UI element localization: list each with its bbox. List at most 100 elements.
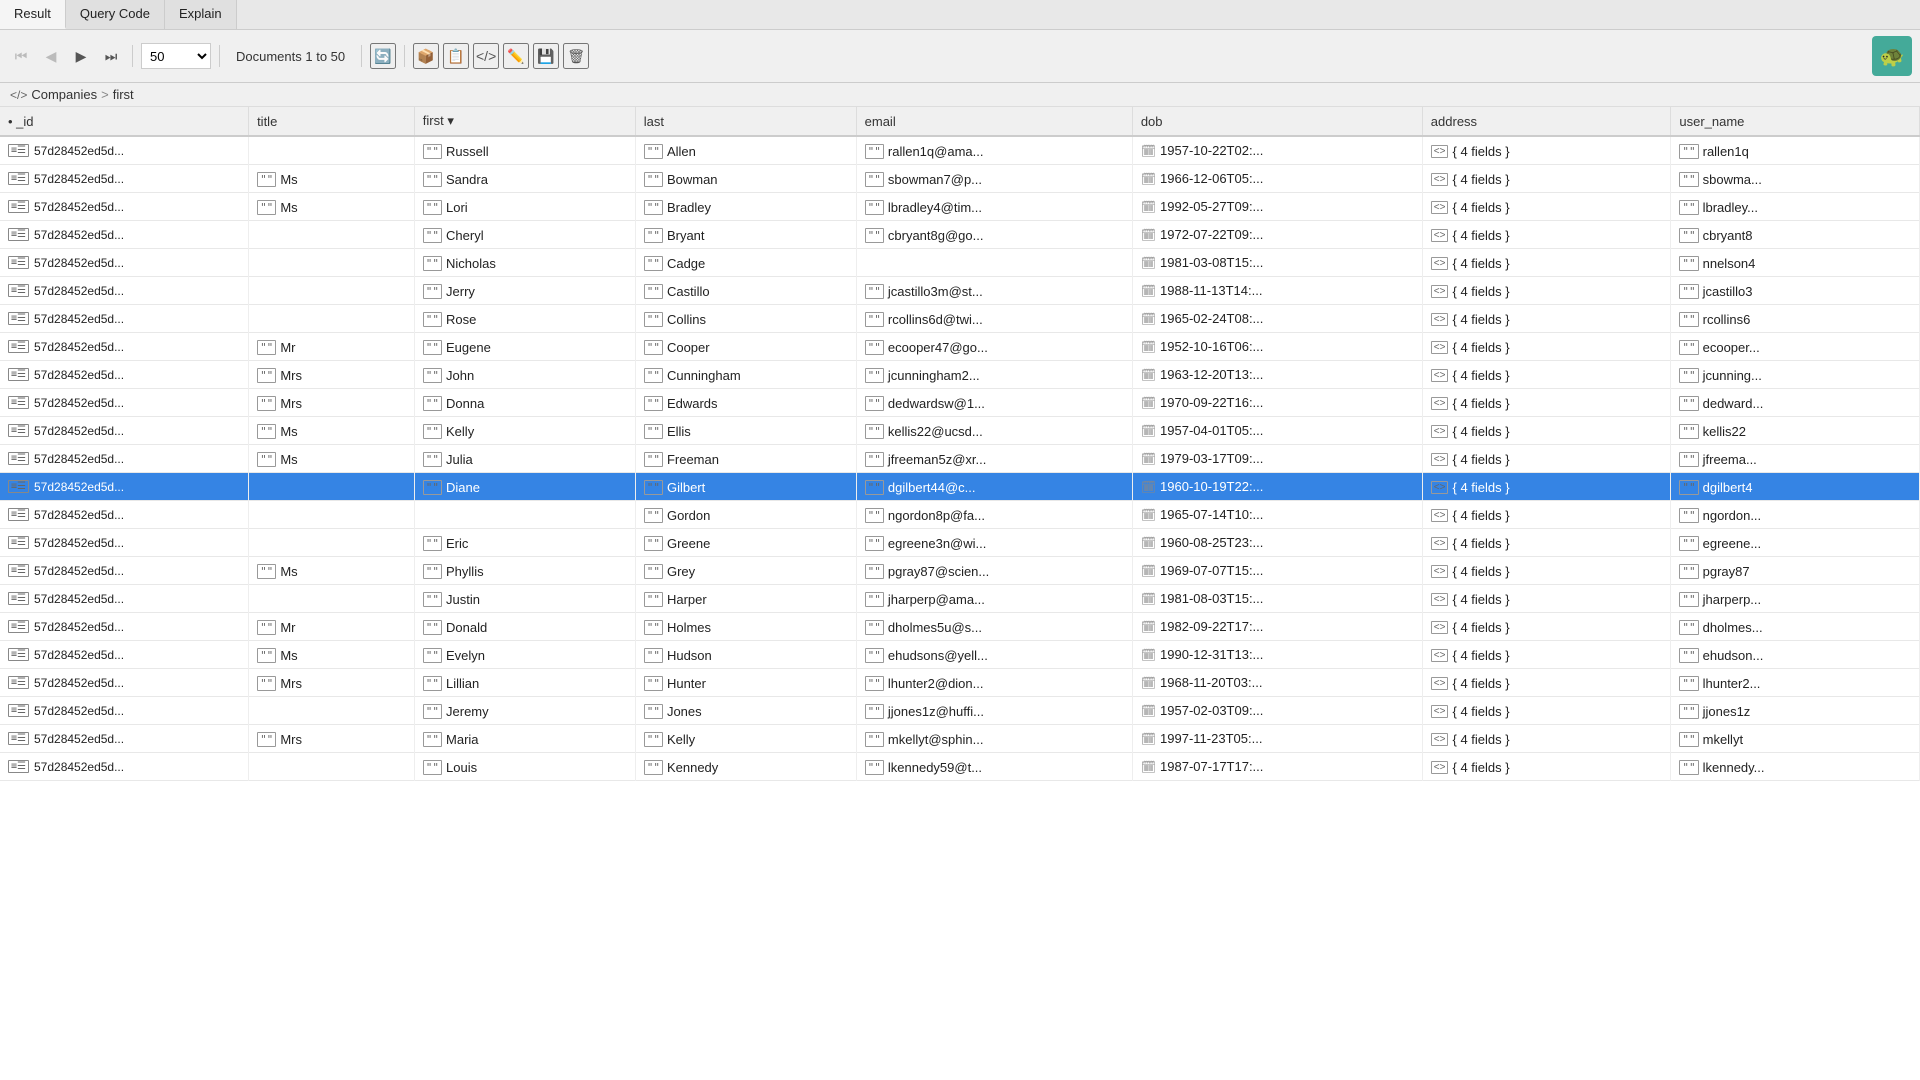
title-cell <box>249 305 415 333</box>
table-row[interactable]: ≡☰57d28452ed5d..."" Mr"" Eugene"" Cooper… <box>0 333 1920 361</box>
table-row[interactable]: ≡☰57d28452ed5d..."" Mr"" Donald"" Holmes… <box>0 613 1920 641</box>
last-cell: "" Kennedy <box>635 753 856 781</box>
title-cell <box>249 697 415 725</box>
refresh-button[interactable]: 🔄 <box>370 43 396 69</box>
table-row[interactable]: ≡☰57d28452ed5d..."" Jerry"" Castillo"" j… <box>0 277 1920 305</box>
first-cell <box>414 501 635 529</box>
table-row[interactable]: ≡☰57d28452ed5d..."" Eric"" Greene"" egre… <box>0 529 1920 557</box>
next-page-button[interactable]: ⏭ <box>98 43 124 69</box>
col-header-dob[interactable]: dob <box>1132 107 1422 136</box>
first-cell: "" Phyllis <box>414 557 635 585</box>
tab-result[interactable]: Result <box>0 0 66 29</box>
address-cell: <> { 4 fields } <box>1422 193 1671 221</box>
table-row[interactable]: ≡☰57d28452ed5d..."" Ms"" Phyllis"" Grey"… <box>0 557 1920 585</box>
address-cell: <> { 4 fields } <box>1422 585 1671 613</box>
first-cell: "" Maria <box>414 725 635 753</box>
col-header-address[interactable]: address <box>1422 107 1671 136</box>
last-cell: "" Collins <box>635 305 856 333</box>
email-cell: "" jfreeman5z@xr... <box>856 445 1132 473</box>
title-cell <box>249 277 415 305</box>
export-button[interactable]: 📦 <box>413 43 439 69</box>
title-cell: "" Mrs <box>249 725 415 753</box>
last-cell: "" Hunter <box>635 669 856 697</box>
table-row[interactable]: ≡☰57d28452ed5d..."" Louis"" Kennedy"" lk… <box>0 753 1920 781</box>
id-cell: ≡☰57d28452ed5d... <box>0 417 249 445</box>
table-row[interactable]: ≡☰57d28452ed5d..."" Gordon"" ngordon8p@f… <box>0 501 1920 529</box>
first-cell: "" Nicholas <box>414 249 635 277</box>
last-cell: "" Kelly <box>635 725 856 753</box>
col-header-email[interactable]: email <box>856 107 1132 136</box>
address-cell: <> { 4 fields } <box>1422 249 1671 277</box>
breadcrumb: </> Companies > first <box>0 83 1920 107</box>
first-cell: "" Lori <box>414 193 635 221</box>
save-button[interactable]: 💾 <box>533 43 559 69</box>
table-row[interactable]: ≡☰57d28452ed5d..."" Rose"" Collins"" rco… <box>0 305 1920 333</box>
col-header-last[interactable]: last <box>635 107 856 136</box>
tab-query-code[interactable]: Query Code <box>66 0 165 29</box>
address-cell: <> { 4 fields } <box>1422 221 1671 249</box>
table-row[interactable]: ≡☰57d28452ed5d..."" Mrs"" Maria"" Kelly"… <box>0 725 1920 753</box>
last-cell: "" Bryant <box>635 221 856 249</box>
table-row[interactable]: ≡☰57d28452ed5d..."" Ms"" Julia"" Freeman… <box>0 445 1920 473</box>
table-row[interactable]: ≡☰57d28452ed5d..."" Russell"" Allen"" ra… <box>0 136 1920 165</box>
last-cell: "" Jones <box>635 697 856 725</box>
id-cell: ≡☰57d28452ed5d... <box>0 277 249 305</box>
table-row[interactable]: ≡☰57d28452ed5d..."" Ms"" Sandra"" Bowman… <box>0 165 1920 193</box>
col-header-username[interactable]: user_name <box>1671 107 1920 136</box>
table-area[interactable]: • _id title first ▾ last email dob addre… <box>0 107 1920 1080</box>
col-header-title[interactable]: title <box>249 107 415 136</box>
page-size-select[interactable]: 50 10 25 100 250 <box>141 43 211 69</box>
table-row[interactable]: ≡☰57d28452ed5d..."" Mrs"" John"" Cunning… <box>0 361 1920 389</box>
dob-cell: 🗓 1979-03-17T09:... <box>1132 445 1422 473</box>
first-page-button[interactable]: ⏮ <box>8 43 34 69</box>
divider-2 <box>219 45 220 67</box>
dob-cell: 🗓 1965-07-14T10:... <box>1132 501 1422 529</box>
address-cell: <> { 4 fields } <box>1422 389 1671 417</box>
address-cell: <> { 4 fields } <box>1422 277 1671 305</box>
col-header-id[interactable]: • _id <box>0 107 249 136</box>
email-cell: "" dedwardsw@1... <box>856 389 1132 417</box>
last-cell: "" Edwards <box>635 389 856 417</box>
copy-button[interactable]: 📋 <box>443 43 469 69</box>
delete-button[interactable]: 🗑 <box>563 43 589 69</box>
title-cell: "" Mrs <box>249 389 415 417</box>
code-button[interactable]: </> <box>473 43 499 69</box>
table-row[interactable]: ≡☰57d28452ed5d..."" Justin"" Harper"" jh… <box>0 585 1920 613</box>
table-row[interactable]: ≡☰57d28452ed5d..."" Cheryl"" Bryant"" cb… <box>0 221 1920 249</box>
play-button[interactable]: ▶ <box>68 43 94 69</box>
table-row[interactable]: ≡☰57d28452ed5d..."" Mrs"" Lillian"" Hunt… <box>0 669 1920 697</box>
email-cell: "" jcastillo3m@st... <box>856 277 1132 305</box>
id-cell: ≡☰57d28452ed5d... <box>0 473 249 501</box>
username-cell: "" ehudson... <box>1671 641 1920 669</box>
col-header-first[interactable]: first ▾ <box>414 107 635 136</box>
doc-range-label: Documents 1 to 50 <box>228 49 353 64</box>
table-row[interactable]: ≡☰57d28452ed5d..."" Jeremy"" Jones"" jjo… <box>0 697 1920 725</box>
dob-cell: 🗓 1957-02-03T09:... <box>1132 697 1422 725</box>
prev-page-button[interactable]: ◀ <box>38 43 64 69</box>
title-cell <box>249 136 415 165</box>
table-row[interactable]: ≡☰57d28452ed5d..."" Ms"" Kelly"" Ellis""… <box>0 417 1920 445</box>
breadcrumb-collection[interactable]: Companies <box>31 87 97 102</box>
email-cell: "" dholmes5u@s... <box>856 613 1132 641</box>
table-row[interactable]: ≡☰57d28452ed5d..."" Ms"" Evelyn"" Hudson… <box>0 641 1920 669</box>
email-cell: "" rcollins6d@twi... <box>856 305 1132 333</box>
dob-cell: 🗓 1957-04-01T05:... <box>1132 417 1422 445</box>
last-cell: "" Hudson <box>635 641 856 669</box>
first-cell: "" Cheryl <box>414 221 635 249</box>
id-cell: ≡☰57d28452ed5d... <box>0 725 249 753</box>
edit-button[interactable]: ✏️ <box>503 43 529 69</box>
first-cell: "" Sandra <box>414 165 635 193</box>
title-cell <box>249 585 415 613</box>
id-cell: ≡☰57d28452ed5d... <box>0 613 249 641</box>
dob-cell: 🗓 1966-12-06T05:... <box>1132 165 1422 193</box>
table-row[interactable]: ≡☰57d28452ed5d..."" Diane"" Gilbert"" dg… <box>0 473 1920 501</box>
id-cell: ≡☰57d28452ed5d... <box>0 501 249 529</box>
tab-explain[interactable]: Explain <box>165 0 237 29</box>
table-row[interactable]: ≡☰57d28452ed5d..."" Nicholas"" Cadge🗓 19… <box>0 249 1920 277</box>
dob-cell: 🗓 1969-07-07T15:... <box>1132 557 1422 585</box>
dob-cell: 🗓 1965-02-24T08:... <box>1132 305 1422 333</box>
table-row[interactable]: ≡☰57d28452ed5d..."" Ms"" Lori"" Bradley"… <box>0 193 1920 221</box>
username-cell: "" jharperp... <box>1671 585 1920 613</box>
table-row[interactable]: ≡☰57d28452ed5d..."" Mrs"" Donna"" Edward… <box>0 389 1920 417</box>
email-cell: "" egreene3n@wi... <box>856 529 1132 557</box>
